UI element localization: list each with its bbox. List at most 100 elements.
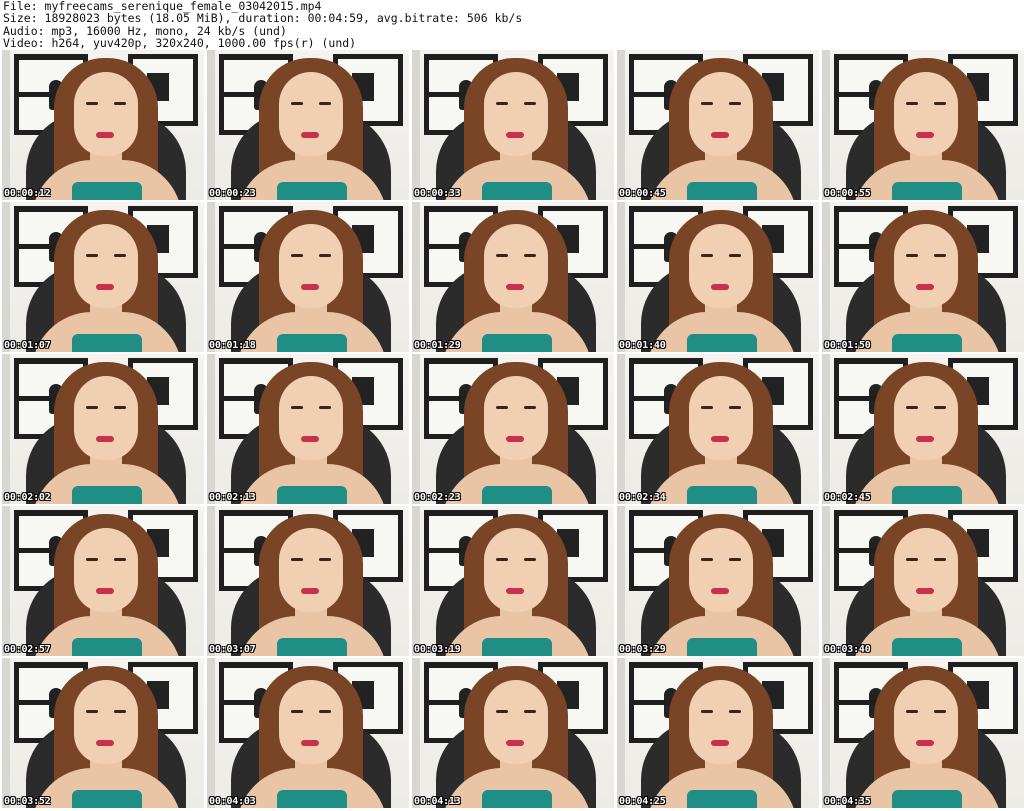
thumbnail-frame: 00:01:40 — [617, 202, 819, 352]
thumbnail-frame: 00:02:23 — [412, 354, 614, 504]
eye — [86, 406, 98, 409]
thumbnail-frame: 00:02:57 — [2, 506, 204, 656]
wall-edge — [822, 506, 830, 656]
thumbnail-frame: 00:02:13 — [207, 354, 409, 504]
eye — [934, 102, 946, 105]
eye — [319, 102, 331, 105]
lips — [711, 284, 729, 290]
file-info-header: File: myfreecams_serenique_female_030420… — [3, 0, 522, 50]
timestamp-label: 00:01:18 — [209, 340, 256, 351]
face — [484, 680, 548, 764]
eye — [114, 102, 126, 105]
timestamp-label: 00:00:23 — [209, 188, 256, 199]
thumbnail-frame: 00:00:33 — [412, 50, 614, 200]
face — [894, 680, 958, 764]
clothing-top — [72, 182, 142, 200]
wall-edge — [822, 354, 830, 504]
wall-edge — [412, 506, 420, 656]
eye — [319, 406, 331, 409]
eye — [524, 254, 536, 257]
lips — [301, 132, 319, 138]
clothing-top — [892, 790, 962, 808]
clothing-top — [687, 486, 757, 504]
face — [689, 376, 753, 460]
eye — [291, 710, 303, 713]
eye — [86, 102, 98, 105]
eye — [729, 710, 741, 713]
face — [74, 72, 138, 156]
clothing-top — [482, 790, 552, 808]
lips — [916, 284, 934, 290]
thumbnail-frame: 00:02:02 — [2, 354, 204, 504]
lips — [506, 588, 524, 594]
wall-edge — [617, 354, 625, 504]
thumbnail-frame: 00:03:52 — [2, 658, 204, 808]
timestamp-label: 00:02:13 — [209, 492, 256, 503]
lips — [916, 436, 934, 442]
eye — [319, 710, 331, 713]
eye — [86, 254, 98, 257]
eye — [86, 710, 98, 713]
eye — [701, 710, 713, 713]
eye — [906, 102, 918, 105]
wall-edge — [617, 202, 625, 352]
clothing-top — [277, 638, 347, 656]
lips — [96, 436, 114, 442]
lips — [916, 588, 934, 594]
thumbnail-frame: 00:04:13 — [412, 658, 614, 808]
eye — [729, 254, 741, 257]
wall-edge — [207, 354, 215, 504]
face — [74, 528, 138, 612]
face — [484, 376, 548, 460]
eye — [291, 406, 303, 409]
lips — [711, 588, 729, 594]
face — [894, 224, 958, 308]
face — [894, 376, 958, 460]
clothing-top — [277, 182, 347, 200]
eye — [701, 558, 713, 561]
thumbnail-frame: 00:03:07 — [207, 506, 409, 656]
lips — [96, 132, 114, 138]
timestamp-label: 00:01:40 — [619, 340, 666, 351]
timestamp-label: 00:04:03 — [209, 796, 256, 807]
wall-edge — [2, 50, 10, 200]
timestamp-label: 00:03:52 — [4, 796, 51, 807]
wall-edge — [412, 658, 420, 808]
thumbnail-frame: 00:01:18 — [207, 202, 409, 352]
lips — [711, 436, 729, 442]
timestamp-label: 00:02:45 — [824, 492, 871, 503]
eye — [319, 558, 331, 561]
eye — [114, 254, 126, 257]
wall-edge — [412, 50, 420, 200]
eye — [496, 710, 508, 713]
thumbnail-frame: 00:03:29 — [617, 506, 819, 656]
eye — [496, 102, 508, 105]
eye — [496, 254, 508, 257]
lips — [301, 588, 319, 594]
thumbnail-frame: 00:03:19 — [412, 506, 614, 656]
wall-edge — [412, 202, 420, 352]
clothing-top — [277, 334, 347, 352]
eye — [906, 710, 918, 713]
clothing-top — [892, 182, 962, 200]
face — [689, 224, 753, 308]
clothing-top — [72, 790, 142, 808]
timestamp-label: 00:03:40 — [824, 644, 871, 655]
clothing-top — [277, 486, 347, 504]
timestamp-label: 00:04:25 — [619, 796, 666, 807]
thumbnail-frame: 00:04:25 — [617, 658, 819, 808]
timestamp-label: 00:02:57 — [4, 644, 51, 655]
wall-edge — [822, 50, 830, 200]
clothing-top — [687, 334, 757, 352]
timestamp-label: 00:03:29 — [619, 644, 666, 655]
eye — [291, 558, 303, 561]
clothing-top — [687, 638, 757, 656]
timestamp-label: 00:01:29 — [414, 340, 461, 351]
clothing-top — [72, 334, 142, 352]
clothing-top — [482, 638, 552, 656]
eye — [729, 558, 741, 561]
thumbnail-frame: 00:00:12 — [2, 50, 204, 200]
timestamp-label: 00:03:07 — [209, 644, 256, 655]
eye — [729, 406, 741, 409]
thumbnail-frame: 00:03:40 — [822, 506, 1024, 656]
